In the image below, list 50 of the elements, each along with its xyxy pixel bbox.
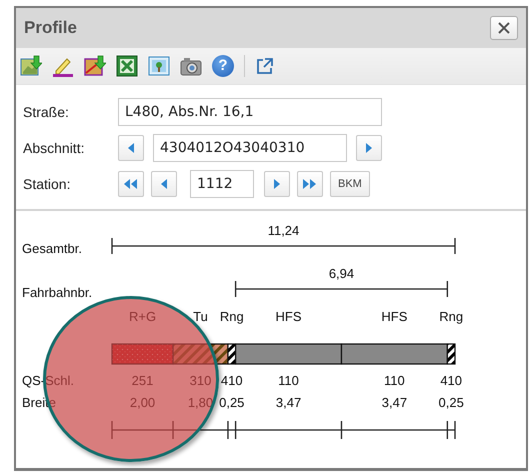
double-arrow-right-icon bbox=[302, 178, 318, 190]
last-button[interactable] bbox=[297, 171, 323, 197]
segment-label: Tu bbox=[193, 309, 208, 324]
arrow-right-icon bbox=[364, 142, 374, 154]
segment-width: 3,47 bbox=[382, 395, 408, 410]
close-icon bbox=[498, 22, 510, 34]
external-link-icon[interactable] bbox=[255, 56, 275, 76]
segment-label: HFS bbox=[381, 309, 408, 324]
segment-label: Rng bbox=[439, 309, 464, 324]
map-download-icon[interactable] bbox=[20, 55, 42, 77]
image-icon[interactable] bbox=[148, 55, 170, 77]
segment-label: R+G bbox=[128, 309, 156, 324]
arrow-right-icon bbox=[272, 178, 282, 190]
double-arrow-left-icon bbox=[123, 178, 139, 190]
segment-code: 110 bbox=[384, 373, 405, 388]
segment-code: 110 bbox=[278, 373, 299, 388]
station-field[interactable]: 1112 bbox=[190, 170, 254, 198]
segment-width: 2,00 bbox=[130, 395, 156, 410]
field-label: Station: bbox=[23, 176, 72, 192]
segment-code: 410 bbox=[440, 373, 462, 388]
street-field[interactable]: L480, Abs.Nr. 16,1 bbox=[118, 98, 382, 126]
next-button[interactable] bbox=[356, 135, 382, 161]
arrow-left-icon bbox=[159, 178, 169, 190]
segment-width: 0,25 bbox=[219, 395, 244, 410]
segment-code: 310 bbox=[190, 373, 212, 388]
previous-button[interactable] bbox=[118, 135, 144, 161]
segment-width: 1,80 bbox=[188, 395, 214, 410]
close-button[interactable] bbox=[490, 16, 518, 40]
first-button[interactable] bbox=[118, 171, 144, 197]
window-title: Profile bbox=[24, 18, 77, 38]
segment-width: 3,47 bbox=[276, 395, 302, 410]
segment-code: 410 bbox=[220, 373, 243, 388]
segment-width: 0,25 bbox=[438, 395, 464, 410]
field-label: Abschnitt: bbox=[23, 140, 86, 156]
dimension-label: Gesamtbr. bbox=[22, 241, 82, 256]
segment-label: Rng bbox=[220, 309, 244, 324]
segment-code: 251 bbox=[132, 373, 154, 388]
arrow-left-icon bbox=[126, 142, 136, 154]
previous-button[interactable] bbox=[151, 171, 177, 197]
dimension-label: Fahrbahnbr. bbox=[22, 285, 92, 300]
field-label: Straße: bbox=[23, 104, 70, 120]
next-button[interactable] bbox=[264, 171, 290, 197]
spreadsheet-icon[interactable] bbox=[116, 55, 138, 77]
segment-label: HFS bbox=[276, 309, 302, 324]
dimension-value: 11,24 bbox=[268, 223, 300, 238]
map-download-icon[interactable] bbox=[84, 55, 106, 77]
dimension-value: 6,94 bbox=[328, 266, 354, 281]
section-field[interactable]: 4304012O43040310 bbox=[153, 134, 347, 162]
camera-icon[interactable] bbox=[180, 55, 202, 77]
bkm-button[interactable]: BKM bbox=[330, 171, 370, 197]
